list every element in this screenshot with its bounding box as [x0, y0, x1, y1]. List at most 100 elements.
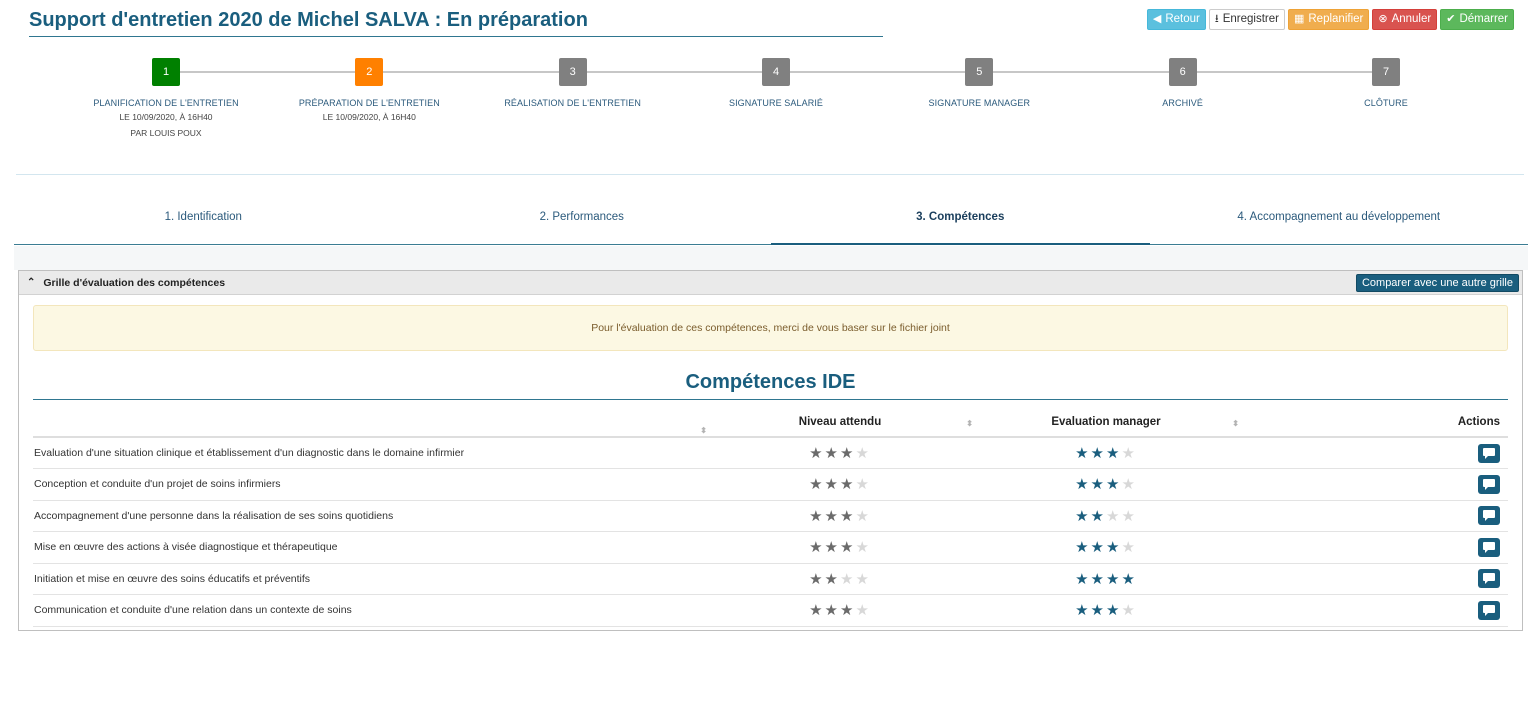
star-icon[interactable]: ★: [1106, 508, 1121, 525]
niveau-attendu-rating: ★★★★: [809, 508, 871, 525]
table-header-row: ⬍ Niveau attendu ⬍ Evaluation manager ⬍ Ac…: [33, 408, 1508, 438]
comment-button[interactable]: [1478, 537, 1500, 557]
star-icon[interactable]: ★: [1075, 476, 1090, 493]
step-label: Planification de l'entretien: [93, 98, 239, 108]
star-icon: ★: [855, 476, 871, 494]
content-band: [14, 246, 1528, 270]
comment-button[interactable]: [1478, 474, 1500, 494]
star-icon: ★: [824, 476, 840, 494]
step-date: le 10/09/2020, à 16h40: [322, 112, 416, 122]
star-icon: ★: [824, 445, 840, 462]
replanifier-button[interactable]: ▦ Replanifier: [1287, 9, 1370, 30]
tab-accompagnement[interactable]: 4. Accompagnement au développement: [1150, 196, 1529, 244]
step-number-badge: 4: [762, 58, 790, 86]
column-header-evaluation-label: Evaluation manager: [1051, 416, 1161, 428]
step-number-badge: 5: [965, 58, 994, 86]
section-title: Compétences IDE: [33, 371, 1508, 400]
star-icon: ★: [809, 507, 825, 525]
replanifier-button-label: Replanifier: [1308, 12, 1364, 25]
star-icon[interactable]: ★: [1121, 602, 1136, 619]
evaluation-manager-rating[interactable]: ★★★★: [1075, 508, 1137, 525]
star-icon[interactable]: ★: [1106, 539, 1121, 556]
column-header-niveau[interactable]: Niveau attendu ⬍: [707, 408, 973, 438]
step-label: Réalisation de l'entretien: [504, 98, 641, 108]
step-6: 6 Archivé: [1073, 58, 1293, 108]
enregistrer-button[interactable]: ⭳ Enregistrer: [1208, 9, 1285, 30]
panel-title: Grille d'évaluation des compétences: [43, 276, 226, 289]
evaluation-manager-rating[interactable]: ★★★★: [1075, 539, 1137, 556]
step-3: 3 Réalisation de l'entretien: [463, 58, 683, 108]
tab-identification[interactable]: 1. Identification: [14, 196, 393, 244]
star-icon[interactable]: ★: [1106, 571, 1121, 588]
star-icon[interactable]: ★: [1091, 571, 1106, 588]
comment-button[interactable]: [1478, 443, 1500, 463]
star-icon[interactable]: ★: [1075, 539, 1090, 556]
demarrer-button[interactable]: ✔ Démarrer: [1440, 9, 1514, 30]
star-icon[interactable]: ★: [1121, 539, 1136, 556]
sort-icon[interactable]: ⬍: [966, 419, 973, 428]
comment-button[interactable]: [1478, 600, 1500, 620]
step-number-badge: 7: [1372, 58, 1400, 86]
evaluation-manager-rating[interactable]: ★★★★: [1075, 571, 1137, 588]
star-icon[interactable]: ★: [1121, 508, 1136, 525]
comment-button[interactable]: [1478, 569, 1500, 589]
competence-label: Evaluation d'une situation clinique et é…: [33, 437, 707, 469]
workflow-stepper: 1 Planification de l'entretien le 10/09/20…: [56, 58, 1496, 158]
compare-grid-button[interactable]: Comparer avec une autre grille: [1355, 274, 1519, 292]
step-label: Signature salarié: [728, 98, 824, 108]
step-1: 1 Planification de l'entretien le 10/09/20…: [56, 58, 276, 137]
divider: [16, 174, 1524, 175]
comment-icon: [1483, 447, 1495, 459]
tab-performances[interactable]: 2. Performances: [393, 196, 772, 244]
panel-header[interactable]: ⌃ Grille d'évaluation des compétences: [19, 271, 1522, 295]
sort-icon[interactable]: ⬍: [1232, 419, 1239, 428]
comment-button[interactable]: [1478, 506, 1500, 526]
competence-label: Accompagnement d'une personne dans la ré…: [33, 500, 707, 532]
comment-icon: [1483, 573, 1495, 585]
chevron-up-icon[interactable]: ⌃: [27, 277, 35, 288]
star-icon[interactable]: ★: [1106, 476, 1121, 493]
star-icon: ★: [824, 602, 840, 620]
sort-icon[interactable]: ⬍: [700, 426, 707, 435]
star-icon[interactable]: ★: [1091, 445, 1106, 462]
star-icon[interactable]: ★: [1091, 508, 1106, 525]
star-icon[interactable]: ★: [1121, 571, 1136, 588]
star-icon[interactable]: ★: [1075, 508, 1090, 525]
step-number-badge: 1: [152, 58, 180, 86]
star-icon[interactable]: ★: [1121, 476, 1136, 493]
evaluation-manager-rating[interactable]: ★★★★: [1075, 476, 1137, 493]
retour-button-label: Retour: [1165, 12, 1200, 25]
tab-competences[interactable]: 3. Compétences: [771, 196, 1150, 245]
action-toolbar: ◀ Retour ⭳ Enregistrer ▦ Replanifier ⊗ Annul…: [1146, 9, 1514, 30]
column-header-evaluation[interactable]: Evaluation manager ⬍: [973, 408, 1239, 438]
retour-button[interactable]: ◀ Retour: [1146, 9, 1206, 30]
column-header-competence[interactable]: ⬍: [33, 408, 707, 438]
step-label: Clôture: [1364, 98, 1408, 108]
step-label: Préparation de l'entretien: [298, 98, 440, 108]
star-icon[interactable]: ★: [1075, 571, 1090, 588]
annuler-button-label: Annuler: [1391, 12, 1432, 25]
table-row: Accompagnement d'une personne dans la ré…: [33, 500, 1508, 532]
download-icon: ⭳: [1214, 13, 1219, 25]
star-icon[interactable]: ★: [1121, 445, 1136, 462]
annuler-button[interactable]: ⊗ Annuler: [1372, 9, 1438, 30]
star-icon: ★: [824, 507, 840, 525]
niveau-attendu-rating: ★★★★: [809, 539, 871, 556]
star-icon[interactable]: ★: [1106, 445, 1121, 462]
star-icon: ★: [855, 602, 871, 620]
star-icon[interactable]: ★: [1091, 539, 1106, 556]
star-icon[interactable]: ★: [1106, 602, 1121, 619]
star-icon[interactable]: ★: [1075, 602, 1090, 619]
star-icon[interactable]: ★: [1075, 445, 1090, 462]
enregistrer-button-label: Enregistrer: [1222, 12, 1279, 25]
star-icon: ★: [855, 539, 871, 557]
comment-icon: [1483, 478, 1495, 490]
niveau-attendu-rating: ★★★★: [809, 602, 871, 619]
star-icon[interactable]: ★: [1091, 476, 1106, 493]
star-icon: ★: [840, 570, 856, 588]
evaluation-manager-rating[interactable]: ★★★★: [1075, 445, 1137, 462]
evaluation-manager-rating[interactable]: ★★★★: [1075, 602, 1137, 619]
star-icon[interactable]: ★: [1091, 602, 1106, 619]
table-row: Evaluation d'une situation clinique et é…: [33, 437, 1508, 469]
comment-icon: [1483, 541, 1495, 553]
